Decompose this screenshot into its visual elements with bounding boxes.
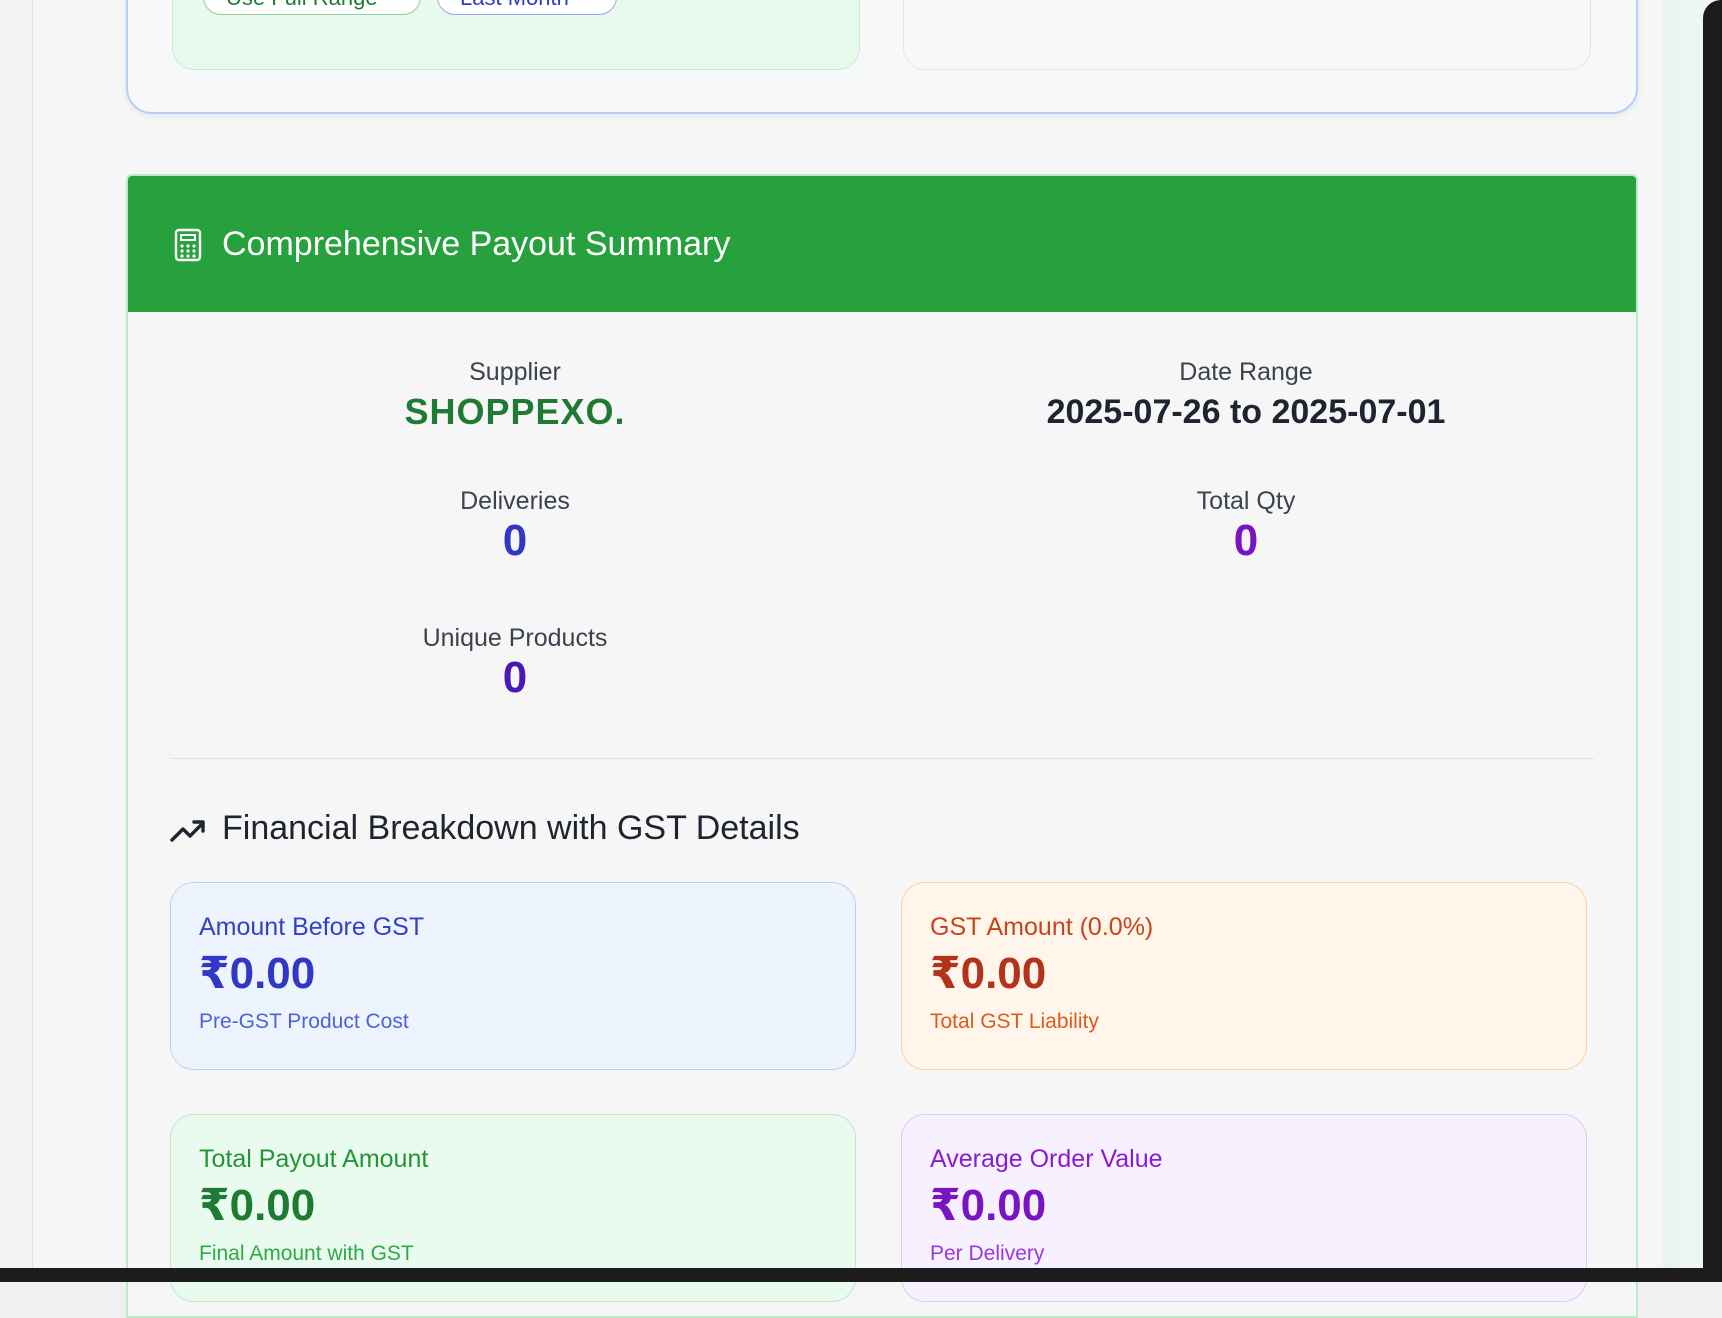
date-range-stat: Date Range 2025-07-26 to 2025-07-01 — [903, 356, 1589, 436]
supplier-stat: Supplier SHOPPEXO. — [172, 356, 858, 436]
last-month-button[interactable]: Last Month — [437, 0, 617, 15]
window-frame-right — [1703, 0, 1722, 1282]
right-gutter — [1663, 0, 1703, 1268]
main-content: Use Full Range Last Month — [33, 0, 1663, 1318]
date-filter-card: Use Full Range Last Month — [126, 0, 1638, 114]
supplier-value: SHOPPEXO. — [404, 391, 626, 432]
card-subtext: Pre-GST Product Cost — [199, 1010, 409, 1033]
financial-breakdown-title: Financial Breakdown with GST Details — [222, 809, 800, 847]
summary-title: Comprehensive Payout Summary — [222, 225, 731, 263]
use-full-range-button[interactable]: Use Full Range — [203, 0, 421, 15]
deliveries-label: Deliveries — [460, 487, 570, 515]
supplier-label: Supplier — [469, 358, 561, 386]
card-value: ₹0.00 — [199, 1181, 316, 1230]
trending-up-icon — [170, 820, 205, 842]
custom-range-panel — [903, 0, 1591, 70]
summary-header: Comprehensive Payout Summary — [128, 176, 1636, 312]
quick-range-panel: Use Full Range Last Month — [172, 0, 860, 70]
unique-products-value: 0 — [502, 653, 528, 702]
total-qty-stat: Total Qty 0 — [903, 485, 1589, 565]
deliveries-stat: Deliveries 0 — [172, 485, 858, 565]
card-label: Amount Before GST — [199, 913, 425, 941]
card-subtext: Per Delivery — [930, 1242, 1045, 1265]
total-qty-label: Total Qty — [1196, 487, 1296, 515]
total-qty-value: 0 — [1233, 516, 1259, 565]
card-value: ₹0.00 — [930, 949, 1047, 998]
card-value: ₹0.00 — [199, 949, 316, 998]
left-sidebar-edge — [0, 0, 33, 1268]
card-label: Average Order Value — [930, 1145, 1163, 1173]
section-divider — [170, 758, 1594, 759]
card-subtext: Final Amount with GST — [199, 1242, 414, 1265]
card-label: GST Amount (0.0%) — [930, 913, 1154, 941]
card-label: Total Payout Amount — [199, 1145, 429, 1173]
app-shell: Use Full Range Last Month — [0, 0, 1722, 1318]
date-range-label: Date Range — [1179, 358, 1313, 386]
amount-before-gst-card: Amount Before GST ₹0.00 Pre-GST Product … — [170, 882, 856, 1070]
window-frame-bottom — [0, 1268, 1722, 1282]
payout-summary-card: Comprehensive Payout Summary Supplier SH… — [126, 174, 1638, 1318]
card-value: ₹0.00 — [930, 1181, 1047, 1230]
card-subtext: Total GST Liability — [930, 1010, 1099, 1033]
calculator-icon — [174, 228, 202, 262]
unique-products-label: Unique Products — [422, 624, 608, 652]
deliveries-value: 0 — [502, 516, 528, 565]
date-range-value: 2025-07-26 to 2025-07-01 — [1046, 393, 1446, 431]
gst-amount-card: GST Amount (0.0%) ₹0.00 Total GST Liabil… — [901, 882, 1587, 1070]
unique-products-stat: Unique Products 0 — [172, 622, 858, 702]
